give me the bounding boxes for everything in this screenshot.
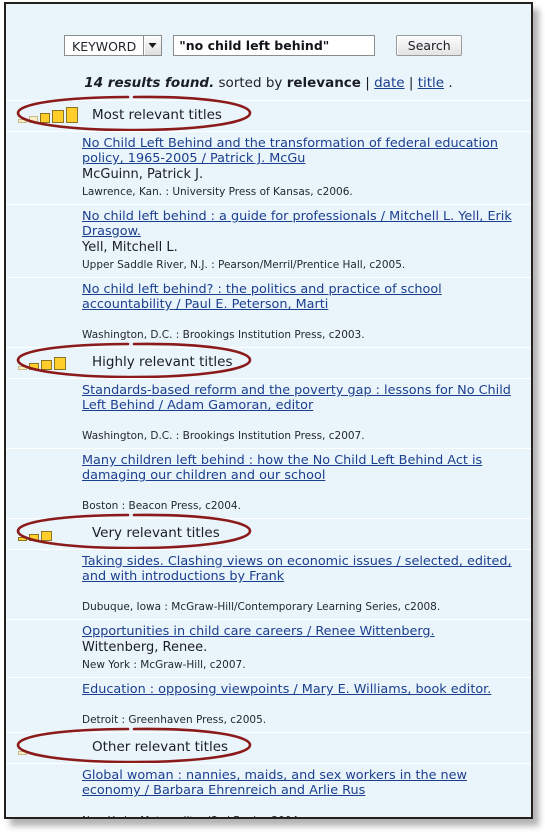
sort-trailing-period: . (444, 75, 453, 91)
result-title-link[interactable]: Standards-based reform and the poverty g… (82, 383, 513, 413)
section-header-inner: Very relevant titles (18, 523, 220, 541)
sort-active-relevance: relevance (286, 75, 361, 91)
relevance-bar (29, 534, 39, 541)
result-title-link[interactable]: Education : opposing viewpoints / Mary E… (82, 682, 513, 697)
browser-window-frame: KEYWORD Search 14 results found. sorted … (4, 2, 533, 819)
search-bar: KEYWORD Search (6, 30, 531, 70)
result-entry-inner: Standards-based reform and the poverty g… (82, 383, 513, 443)
chevron-down-icon[interactable] (143, 36, 162, 55)
result-author (82, 698, 513, 711)
search-index-value: KEYWORD (72, 39, 137, 54)
sorted-by-label: sorted by (214, 75, 287, 91)
relevance-bar (65, 107, 78, 123)
search-submit-button[interactable]: Search (396, 35, 463, 56)
relevance-section-title: Highly relevant titles (92, 354, 233, 370)
result-entry-inner: No Child Left Behind and the transformat… (82, 136, 513, 199)
result-imprint: Lawrence, Kan. : University Press of Kan… (82, 186, 353, 198)
result-entry: No child left behind? : the politics and… (6, 277, 531, 347)
relevance-section-header: Most relevant titles (6, 95, 531, 132)
result-author (82, 799, 513, 812)
result-entry-inner: Opportunities in child care careers / Re… (82, 624, 513, 672)
result-title-link[interactable]: Taking sides. Clashing views on economic… (82, 554, 513, 584)
result-imprint: Washington, D.C. : Brookings Institution… (82, 430, 365, 442)
result-title-link[interactable]: Opportunities in child care careers / Re… (82, 624, 513, 639)
result-title-link[interactable]: Global woman : nannies, maids, and sex w… (82, 768, 513, 798)
result-entry: Education : opposing viewpoints / Mary E… (6, 677, 531, 732)
relevance-section-header: Highly relevant titles (6, 342, 531, 379)
relevance-meter-icon (18, 355, 80, 370)
relevance-section-header: Other relevant titles (6, 727, 531, 764)
relevance-bar (18, 366, 27, 370)
relevance-section: Other relevant titles Global woman : nann… (6, 727, 531, 817)
result-entry-inner: Global woman : nannies, maids, and sex w… (82, 768, 513, 817)
result-entry: No child left behind : a guide for profe… (6, 204, 531, 277)
result-author (82, 414, 513, 427)
catalog-results-page: KEYWORD Search 14 results found. sorted … (6, 4, 531, 817)
result-entry-inner: Many children left behind : how the No C… (82, 453, 513, 513)
section-header-inner: Highly relevant titles (18, 352, 233, 370)
result-author: McGuinn, Patrick J. (82, 167, 204, 182)
relevance-bar (18, 537, 27, 541)
relevance-bar (18, 119, 27, 123)
relevance-section-title: Very relevant titles (92, 525, 220, 541)
result-entry: Standards-based reform and the poverty g… (6, 378, 531, 448)
result-entry-inner: No child left behind? : the politics and… (82, 282, 513, 342)
relevance-bar (18, 751, 27, 755)
results-summary: 14 results found. sorted by relevance | … (6, 75, 531, 91)
sort-link-date[interactable]: date (374, 75, 404, 91)
relevance-section: Highly relevant titles Standards-based re… (6, 342, 531, 518)
sort-separator-1: | (360, 75, 375, 91)
section-header-inner: Most relevant titles (18, 105, 222, 123)
result-entry-inner: Taking sides. Clashing views on economic… (82, 554, 513, 614)
sort-separator-2: | (404, 75, 418, 91)
result-title-link[interactable]: No Child Left Behind and the transformat… (82, 136, 513, 166)
result-author: Wittenberg, Renee. (82, 640, 208, 655)
section-header-inner: Other relevant titles (18, 737, 228, 755)
relevance-bar (41, 360, 52, 370)
relevance-section-header: Very relevant titles (6, 513, 531, 550)
result-author: Yell, Mitchell L. (82, 240, 178, 255)
results-count: 14 results found. (84, 75, 215, 91)
relevance-bar (41, 531, 52, 541)
result-imprint: Boston : Beacon Press, c2004. (82, 500, 241, 512)
relevance-section: Most relevant titles No Child Left Behind… (6, 95, 531, 347)
relevance-meter-icon (18, 526, 80, 541)
result-imprint: Detroit : Greenhaven Press, c2005. (82, 714, 267, 726)
relevance-bar (40, 113, 51, 123)
relevance-section-title: Most relevant titles (92, 107, 222, 123)
relevance-meter-icon (18, 740, 80, 755)
result-imprint: New York : Metropolitan/Owl Books, 2004. (82, 814, 513, 817)
sort-link-title[interactable]: title (418, 75, 444, 91)
relevance-section-title: Other relevant titles (92, 739, 229, 755)
result-author (82, 313, 513, 326)
result-imprint: New York : McGraw-Hill, c2007. (82, 659, 246, 671)
result-title-link[interactable]: No child left behind : a guide for profe… (82, 209, 513, 239)
relevance-bar (28, 116, 38, 123)
result-entry: Many children left behind : how the No C… (6, 448, 531, 518)
result-imprint: Dubuque, Iowa : McGraw-Hill/Contemporary… (82, 601, 441, 613)
result-entry: No Child Left Behind and the transformat… (6, 131, 531, 204)
search-form: KEYWORD Search (64, 35, 463, 56)
search-index-select[interactable]: KEYWORD (64, 35, 163, 56)
result-imprint: Washington, D.C. : Brookings Institution… (82, 329, 365, 341)
result-entry-inner: No child left behind : a guide for profe… (82, 209, 513, 272)
result-title-link[interactable]: Many children left behind : how the No C… (82, 453, 513, 483)
result-author (82, 484, 513, 497)
relevance-bar (54, 357, 66, 370)
result-imprint: Upper Saddle River, N.J. : Pearson/Merri… (82, 259, 406, 271)
result-entry: Opportunities in child care careers / Re… (6, 619, 531, 677)
result-entry-inner: Education : opposing viewpoints / Mary E… (82, 682, 513, 727)
relevance-meter-icon (18, 107, 80, 123)
search-query-input[interactable] (173, 35, 376, 56)
result-entry: Global woman : nannies, maids, and sex w… (6, 763, 531, 817)
result-author (82, 585, 513, 598)
relevance-section: Very relevant titles Taking sides. Clashi… (6, 513, 531, 732)
relevance-bar (29, 363, 39, 370)
results-list: Most relevant titles No Child Left Behind… (6, 95, 531, 817)
result-title-link[interactable]: No child left behind? : the politics and… (82, 282, 513, 312)
relevance-bar (52, 110, 64, 123)
result-entry: Taking sides. Clashing views on economic… (6, 549, 531, 619)
